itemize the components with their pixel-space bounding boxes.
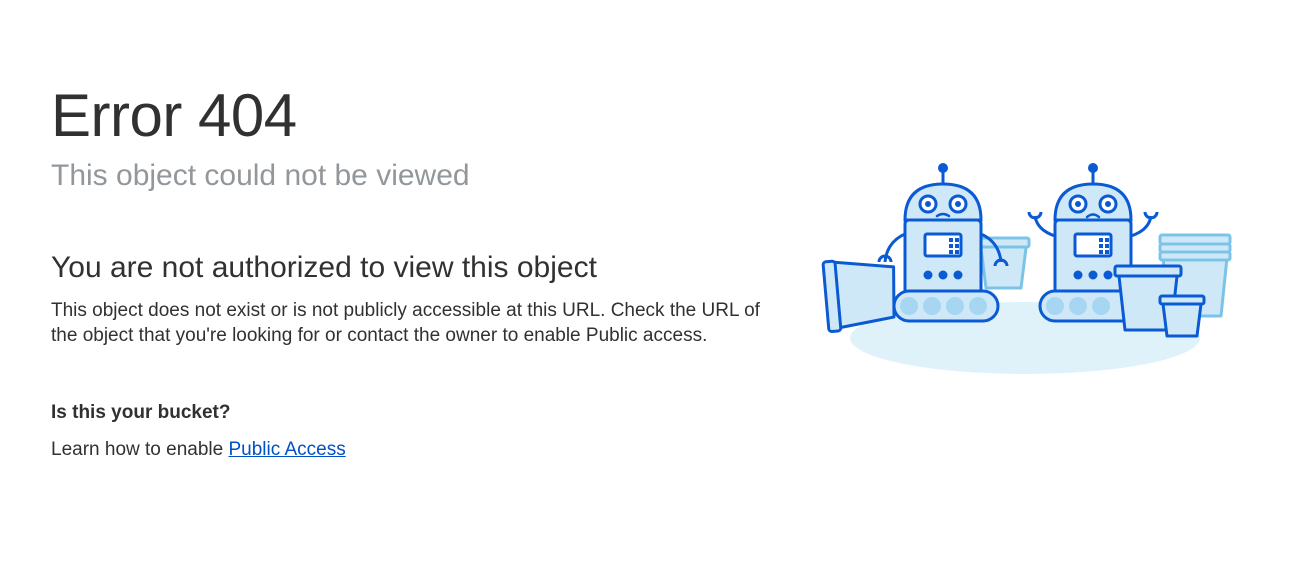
error-title: Error 404 <box>51 82 297 149</box>
bucket-help-text: Learn how to enable Public Access <box>51 438 771 462</box>
error-page: Error 404 This object could not be viewe… <box>0 0 1309 581</box>
unauthorized-description: This object does not exist or is not pub… <box>51 300 760 346</box>
bucket-icon <box>976 236 1031 290</box>
unauthorized-heading: You are not authorized to view this obje… <box>51 251 597 284</box>
public-access-link[interactable]: Public Access <box>228 439 345 460</box>
bucket-help-prefix: Learn how to enable <box>51 439 229 460</box>
error-content: Error 404 This object could not be viewe… <box>51 80 771 462</box>
error-subtitle: This object could not be viewed <box>51 159 470 192</box>
robots-with-buckets-illustration <box>821 163 1232 374</box>
bucket-question-heading: Is this your bucket? <box>51 402 231 423</box>
